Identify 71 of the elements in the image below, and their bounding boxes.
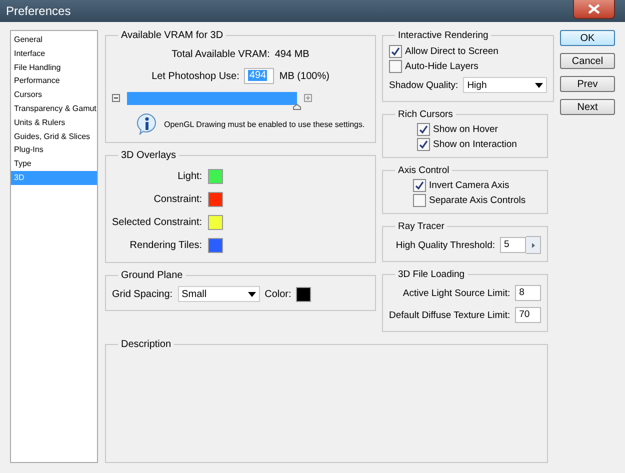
sidebar-item[interactable]: Interface xyxy=(11,46,97,61)
input-field[interactable]: 8 xyxy=(515,285,542,301)
vram-value: 494 MB xyxy=(274,48,310,60)
sidebar-item[interactable]: Transparency & Gamut xyxy=(11,102,97,116)
sidebar-item[interactable]: File Handling xyxy=(11,60,97,74)
plus-icon[interactable] xyxy=(304,94,312,102)
input-field[interactable]: 5 xyxy=(500,237,526,253)
checkbox-label: Auto-Hide Layers xyxy=(405,61,478,72)
field-label: Grid Spacing: xyxy=(112,288,173,300)
group-title: 3D Overlays xyxy=(120,150,178,161)
field-label: Selected Constraint: xyxy=(112,217,202,228)
spacing-dropdown[interactable]: Small xyxy=(178,286,260,302)
checkbox[interactable] xyxy=(417,138,430,151)
close-button[interactable] xyxy=(573,0,615,19)
group-title: Interactive Rendering xyxy=(397,30,490,41)
field-label: Light: xyxy=(178,171,202,182)
close-icon xyxy=(588,4,600,14)
checkbox-label: Show on Hover xyxy=(433,124,498,135)
group-title: Rich Cursors xyxy=(397,109,454,120)
group-title: 3D File Loading xyxy=(397,269,466,280)
sidebar-item[interactable]: Performance xyxy=(11,74,97,88)
checkbox[interactable] xyxy=(413,179,426,192)
sidebar-item[interactable]: General xyxy=(11,33,97,47)
checkbox-label: Show on Interaction xyxy=(433,139,517,150)
checkbox[interactable] xyxy=(389,45,402,58)
window-title: Preferences xyxy=(6,4,71,18)
color-swatch[interactable] xyxy=(208,169,224,184)
field-label: Active Light Source Limit: xyxy=(402,288,510,298)
info-text: OpenGL Drawing must be enabled to use these settings. xyxy=(164,120,365,128)
field-label: Let Photoshop Use: xyxy=(152,70,240,82)
sidebar-item[interactable]: Type xyxy=(11,157,97,171)
dialog-button[interactable]: Cancel xyxy=(560,53,615,69)
checkbox-label: Allow Direct to Screen xyxy=(405,46,498,57)
checkbox[interactable] xyxy=(413,194,426,207)
sidebar-item[interactable]: Guides, Grid & Slices xyxy=(11,130,97,144)
color-swatch[interactable] xyxy=(296,286,312,302)
arrow-icon xyxy=(532,242,534,248)
field-label: Default Diffuse Texture Limit: xyxy=(389,310,510,320)
group-title: Available VRAM for 3D xyxy=(120,30,224,41)
minus-icon[interactable] xyxy=(112,94,120,102)
color-swatch[interactable] xyxy=(208,215,224,230)
group-title: Ray Tracer xyxy=(397,221,446,232)
shadow-dropdown[interactable]: High xyxy=(463,77,548,93)
checkbox[interactable] xyxy=(417,123,430,136)
checkbox-label: Invert Camera Axis xyxy=(429,180,510,191)
caret-icon xyxy=(248,292,256,296)
group-title: Ground Plane xyxy=(120,270,184,281)
sidebar-item[interactable]: Units & Rulers xyxy=(11,116,97,130)
caret-icon xyxy=(535,82,544,88)
checkbox[interactable] xyxy=(389,60,402,73)
sidebar-item[interactable]: Cursors xyxy=(11,88,97,102)
input-field[interactable]: 70 xyxy=(515,307,542,323)
field-label: Constraint: xyxy=(154,194,202,205)
field-label: High Quality Threshold: xyxy=(396,240,495,250)
color-swatch[interactable] xyxy=(208,192,224,207)
group-title: Axis Control xyxy=(397,165,450,176)
field-label: Total Available VRAM: xyxy=(172,48,270,60)
group-title: Description xyxy=(120,339,172,350)
field-label: Shadow Quality: xyxy=(389,80,458,90)
unit-label: MB (100%) xyxy=(279,70,330,82)
dialog-button[interactable]: OK xyxy=(560,30,615,46)
color-swatch[interactable] xyxy=(208,238,224,253)
sidebar-item[interactable]: Plug-Ins xyxy=(11,143,97,158)
field-label: Rendering Tiles: xyxy=(130,240,202,251)
field-label: Color: xyxy=(264,288,292,300)
checkbox-label: Separate Axis Controls xyxy=(429,195,526,206)
dialog-button[interactable]: Prev xyxy=(560,76,615,92)
slider-thumb[interactable] xyxy=(293,104,301,110)
info-icon xyxy=(136,113,158,135)
dialog-button[interactable]: Next xyxy=(560,99,615,115)
spin-button[interactable] xyxy=(526,236,541,254)
